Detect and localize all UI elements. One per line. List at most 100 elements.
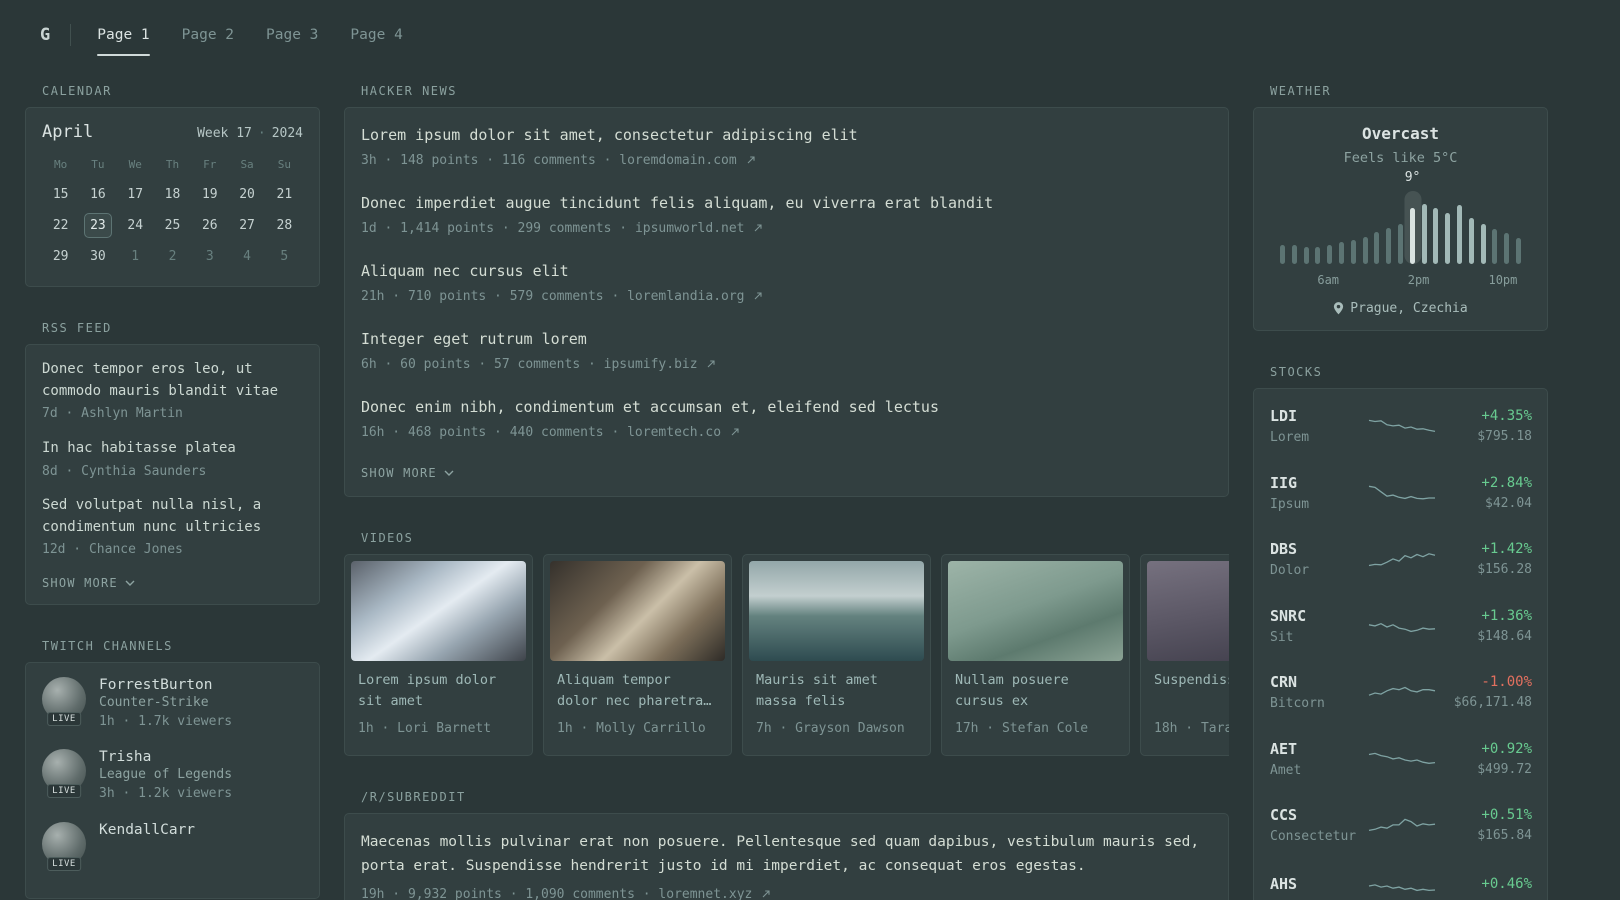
rss-item-title[interactable]: Sed volutpat nulla nisl, a condimentum n… <box>42 495 303 538</box>
video-card[interactable]: Nullam posuere cursus ex 17h · Stefan Co… <box>941 554 1130 756</box>
hn-item-title[interactable]: Donec imperdiet augue tincidunt felis al… <box>361 192 1212 215</box>
calendar-day: 24 <box>127 218 144 233</box>
rss-item-title[interactable]: Donec tempor eros leo, ut commodo mauris… <box>42 359 303 402</box>
calendar-day: 1 <box>131 249 140 264</box>
stock-right: +1.36% $148.64 <box>1436 608 1532 647</box>
video-meta: 7h · Grayson Dawson <box>756 721 905 736</box>
weather-hour-bar <box>1433 207 1439 264</box>
channel-name[interactable]: ForrestBurton <box>99 677 232 693</box>
external-link-icon <box>754 223 762 231</box>
app-logo[interactable]: G <box>40 25 50 45</box>
rss-item: In hac habitasse platea 8d · Cynthia Sau… <box>42 438 303 481</box>
video-card[interactable]: Lorem ipsum dolor sit amet consectetu… 1… <box>344 554 533 756</box>
nav-tab[interactable]: Page 2 <box>182 27 234 43</box>
video-thumbnail[interactable] <box>550 561 725 661</box>
stock-row[interactable]: DBS Dolor +1.42% $156.28 <box>1270 527 1532 594</box>
nav-tab[interactable]: Page 3 <box>266 27 318 43</box>
hn-item-title[interactable]: Donec enim nibh, condimentum et accumsan… <box>361 396 1212 419</box>
weather-hour-label: 10pm <box>1488 273 1518 287</box>
video-thumbnail[interactable] <box>749 561 924 661</box>
subreddit-domain-link[interactable]: loremnet.xyz <box>658 887 752 900</box>
external-link-icon <box>754 291 762 299</box>
video-meta: 18h · Tara <box>1154 721 1229 736</box>
video-thumbnail[interactable] <box>948 561 1123 661</box>
stock-sparkline <box>1368 414 1436 440</box>
channel-name[interactable]: Trisha <box>99 749 232 765</box>
hn-item-domain-link[interactable]: ipsumify.biz <box>604 357 698 372</box>
stock-symbol: CRN <box>1270 673 1298 691</box>
weather-bars: 9° <box>1280 170 1521 264</box>
weather-hour-bar <box>1327 244 1333 264</box>
twitch-channel-row[interactable]: LIVE Trisha League of Legends 3h · 1.2k … <box>42 749 303 804</box>
hn-item-title[interactable]: Lorem ipsum dolor sit amet, consectetur … <box>361 124 1212 147</box>
video-card[interactable]: Suspendisse diam 18h · Tara <box>1140 554 1229 756</box>
stock-symbol: DBS <box>1270 540 1298 558</box>
hn-item-title[interactable]: Integer eget rutrum lorem <box>361 328 1212 351</box>
stock-change: +0.51% <box>1481 807 1532 823</box>
stock-row[interactable]: IIG Ipsum +2.84% $42.04 <box>1270 461 1532 528</box>
calendar-day-cell: 4 <box>228 241 265 272</box>
stock-row[interactable]: CRN Bitcorn -1.00% $66,171.48 <box>1270 660 1532 727</box>
hacker-news-widget: Hacker News Lorem ipsum dolor sit amet, … <box>344 84 1229 497</box>
video-title[interactable]: Lorem ipsum dolor sit amet consectetu… <box>358 670 519 712</box>
stock-right: +0.92% $499.72 <box>1436 741 1532 780</box>
stock-row[interactable]: AET Amet +0.92% $499.72 <box>1270 727 1532 794</box>
channel-info: Trisha League of Legends 3h · 1.2k viewe… <box>99 749 232 804</box>
calendar-day-cell: 25 <box>154 210 191 241</box>
weather-hour-bar <box>1362 237 1368 264</box>
video-title[interactable]: Aliquam tempor dolor nec pharetra… <box>557 670 718 712</box>
rss-show-more-button[interactable]: SHOW MORE <box>42 574 135 590</box>
stock-sparkline <box>1368 547 1436 573</box>
twitch-channel-row[interactable]: LIVE ForrestBurton Counter-Strike 1h · 1… <box>42 676 303 732</box>
channel-name[interactable]: KendallCarr <box>99 822 195 838</box>
twitch-channel-row[interactable]: LIVE KendallCarr <box>42 821 303 871</box>
subreddit-post-title[interactable]: Maecenas mollis pulvinar erat non posuer… <box>361 830 1212 879</box>
stock-row[interactable]: SNRC Sit +1.36% $148.64 <box>1270 594 1532 661</box>
stock-left: SNRC Sit <box>1270 607 1368 648</box>
stock-name: Consectetur <box>1270 829 1357 844</box>
hn-show-more-button[interactable]: SHOW MORE <box>361 464 454 480</box>
stock-change: +0.46% <box>1481 876 1532 892</box>
calendar-day-cell: 23 <box>79 210 116 241</box>
stock-row[interactable]: CCS Consectetur +0.51% $165.84 <box>1270 793 1532 860</box>
hn-item-domain-link[interactable]: loremlandia.org <box>627 289 744 304</box>
video-thumbnail[interactable] <box>1147 561 1229 661</box>
calendar-day-cell: 27 <box>228 210 265 241</box>
stock-change: +4.35% <box>1481 408 1532 424</box>
hn-card: Lorem ipsum dolor sit amet, consectetur … <box>344 107 1229 497</box>
hn-item-domain-link[interactable]: loremdomain.com <box>619 153 736 168</box>
video-title[interactable]: Suspendisse diam <box>1154 670 1229 712</box>
stock-sparkline <box>1368 680 1436 706</box>
calendar-day-cell: 20 <box>228 179 265 210</box>
stock-change: +1.42% <box>1481 541 1532 557</box>
nav-tab[interactable]: Page 4 <box>350 27 402 43</box>
stock-change: +1.36% <box>1481 607 1532 624</box>
subreddit-card: Maecenas mollis pulvinar erat non posuer… <box>344 812 1229 900</box>
calendar-day-cell: 19 <box>191 179 228 210</box>
calendar-day: 30 <box>90 249 106 264</box>
video-thumbnail[interactable] <box>351 561 526 661</box>
hn-item-title[interactable]: Aliquam nec cursus elit <box>361 260 1212 283</box>
video-body: Mauris sit amet massa felis 7h · Grayson… <box>749 661 924 749</box>
video-title[interactable]: Mauris sit amet massa felis <box>756 670 917 712</box>
videos-widget: Videos Lorem ipsum dolor sit amet consec… <box>344 531 1229 756</box>
hn-item-domain-link[interactable]: loremtech.co <box>627 425 721 440</box>
weather-hour-bar <box>1397 224 1403 264</box>
calendar-day: 19 <box>201 187 218 202</box>
stock-change: +2.84% <box>1481 474 1532 491</box>
calendar-day-cell: 3 <box>191 241 228 272</box>
calendar-day-cell: 30 <box>79 241 116 272</box>
video-card[interactable]: Aliquam tempor dolor nec pharetra… 1h · … <box>543 554 732 756</box>
stock-row[interactable]: AHS +0.46% <box>1270 860 1532 900</box>
stock-right: +0.46% <box>1436 876 1532 895</box>
videos-widget-title: Videos <box>361 531 414 545</box>
video-title[interactable]: Nullam posuere cursus ex <box>955 670 1116 712</box>
hn-item-domain-link[interactable]: ipsumworld.net <box>635 221 745 236</box>
calendar-day-header: Th <box>165 158 180 171</box>
nav-tab[interactable]: Page 1 <box>97 27 151 56</box>
stock-row[interactable]: LDI Lorem +4.35% $795.18 <box>1270 394 1532 461</box>
rss-item-title[interactable]: In hac habitasse platea <box>42 438 303 460</box>
calendar-day: 3 <box>205 249 214 264</box>
twitch-widget-title: Twitch Channels <box>42 638 173 653</box>
video-card[interactable]: Mauris sit amet massa felis 7h · Grayson… <box>742 554 931 756</box>
